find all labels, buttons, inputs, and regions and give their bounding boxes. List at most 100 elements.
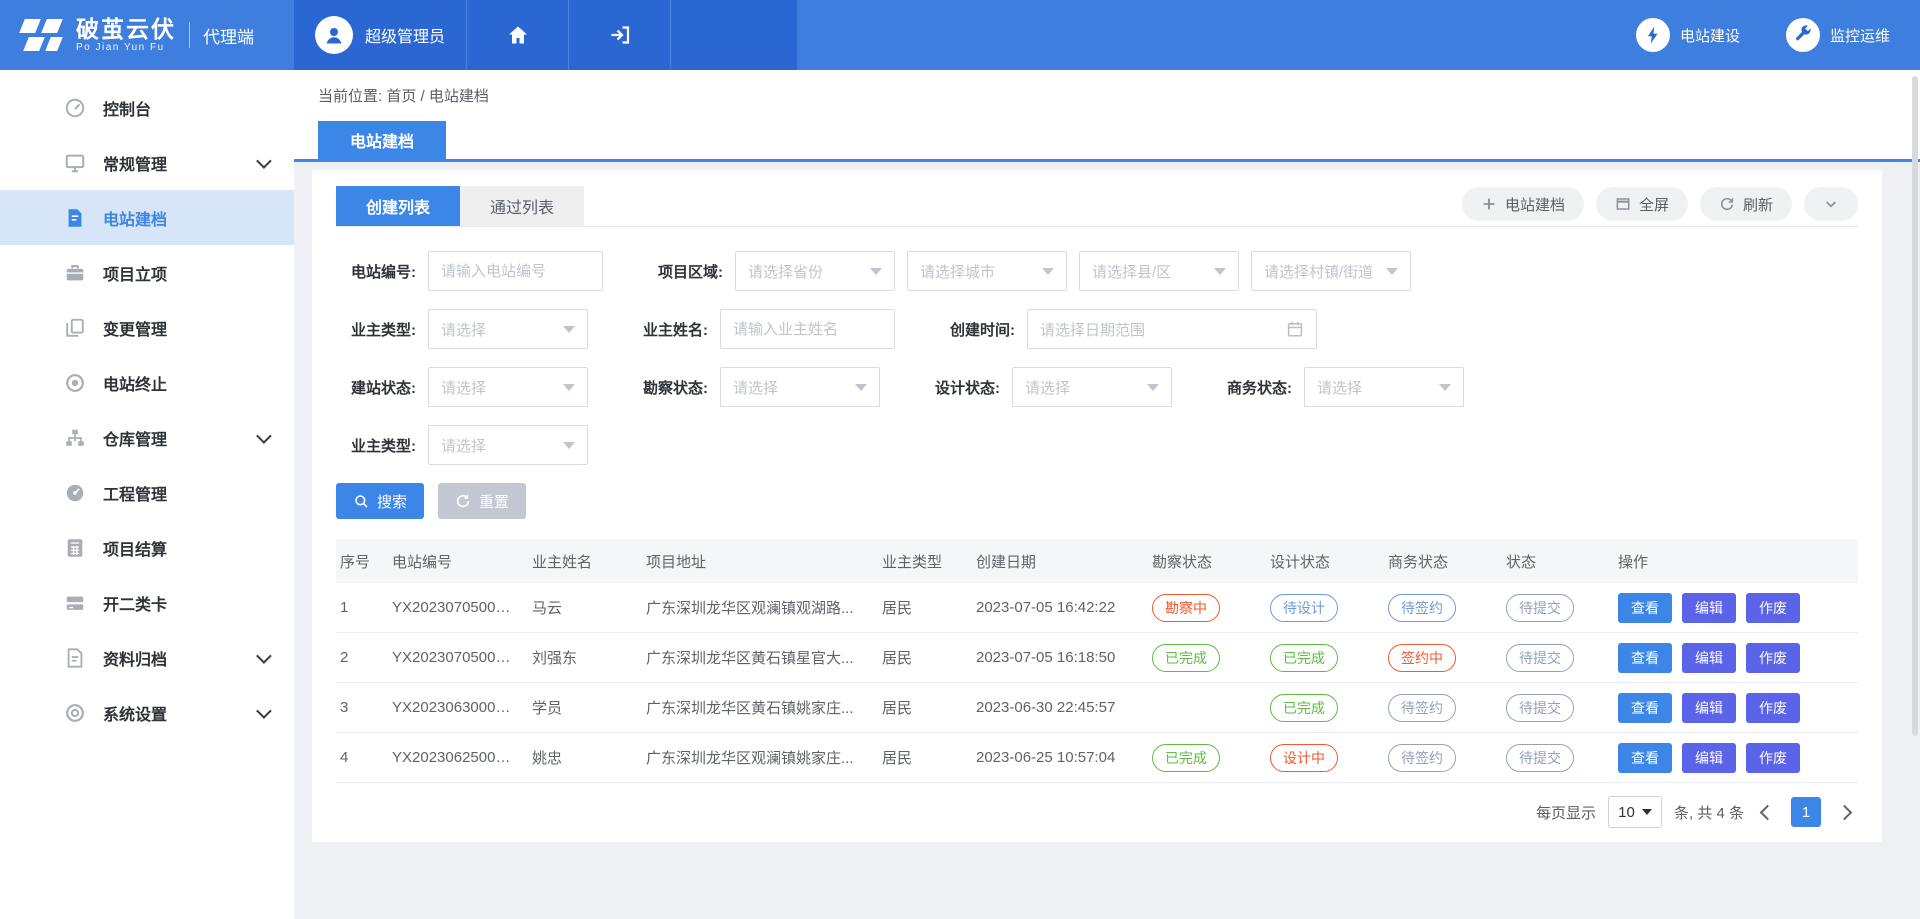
city-select[interactable]: 请选择城市 <box>907 251 1067 291</box>
void-button[interactable]: 作废 <box>1746 693 1800 723</box>
owner-type-2-select[interactable]: 请选择 <box>428 425 588 465</box>
cell-owner: 刘强东 <box>524 633 638 683</box>
refresh-icon <box>1719 196 1735 212</box>
toolbar-create-station-button[interactable]: 电站建档 <box>1462 187 1584 221</box>
column-header: 电站编号 <box>384 539 524 583</box>
toolbar-collapse-button[interactable] <box>1804 187 1858 221</box>
status-badge: 勘察中 <box>1152 594 1220 622</box>
topnav-monitor-ops[interactable]: 监控运维 <box>1786 18 1890 52</box>
village-select[interactable]: 请选择村镇/街道 <box>1251 251 1411 291</box>
owner-type-select[interactable]: 请选择 <box>428 309 588 349</box>
business-status-select[interactable]: 请选择 <box>1304 367 1464 407</box>
sidebar-item-label: 仓库管理 <box>103 426 167 450</box>
reset-icon <box>455 493 471 509</box>
select-caret-icon <box>1386 268 1398 275</box>
wrench-icon <box>1786 18 1820 52</box>
sidebar-item-second-type-card[interactable]: 开二类卡 <box>0 575 294 630</box>
sidebar-item-station-termination[interactable]: 电站终止 <box>0 355 294 410</box>
status-badge: 待提交 <box>1506 744 1574 772</box>
next-page-button[interactable] <box>1837 804 1853 820</box>
sidebar: 控制台常规管理电站建档项目立项变更管理电站终止仓库管理工程管理项目结算开二类卡资… <box>0 70 294 919</box>
page-tab[interactable]: 电站建档 <box>318 121 446 159</box>
status-badge: 待签约 <box>1388 594 1456 622</box>
toolbar-refresh-button[interactable]: 刷新 <box>1700 187 1792 221</box>
design-status-select[interactable]: 请选择 <box>1012 367 1172 407</box>
station-code-input[interactable] <box>428 251 603 291</box>
created-range-date-input[interactable]: 请选择日期范围 <box>1027 309 1317 349</box>
search-button[interactable]: 搜索 <box>336 483 424 519</box>
prev-page-button[interactable] <box>1760 804 1776 820</box>
design-status-label: 设计状态: <box>920 377 1000 398</box>
edit-button[interactable]: 编辑 <box>1682 593 1736 623</box>
column-header: 项目地址 <box>638 539 874 583</box>
column-header: 序号 <box>336 539 384 583</box>
chevron-down-icon <box>256 648 272 664</box>
reset-button[interactable]: 重置 <box>438 483 526 519</box>
county-placeholder: 请选择县/区 <box>1092 261 1171 282</box>
province-select[interactable]: 请选择省份 <box>735 251 895 291</box>
home-button[interactable] <box>467 0 569 70</box>
view-button[interactable]: 查看 <box>1618 693 1672 723</box>
void-button[interactable]: 作废 <box>1746 643 1800 673</box>
per-page-label: 每页显示 <box>1536 802 1596 823</box>
filter-row: 业主类型:请选择业主姓名:创建时间:请选择日期范围 <box>336 309 1858 349</box>
view-button[interactable]: 查看 <box>1618 643 1672 673</box>
owner-name-input[interactable] <box>720 309 895 349</box>
cell-design-status: 待设计 <box>1262 583 1380 633</box>
column-header: 业主类型 <box>874 539 968 583</box>
table-header: 序号电站编号业主姓名项目地址业主类型创建日期勘察状态设计状态商务状态状态操作 <box>336 539 1858 583</box>
cell-seq: 1 <box>336 583 384 633</box>
breadcrumb-home-link[interactable]: 首页 <box>386 88 416 105</box>
brand-name: 破茧云伏 <box>76 17 176 41</box>
breadcrumb-location-label: 当前位置: <box>318 88 382 105</box>
sidebar-item-label: 工程管理 <box>103 481 167 505</box>
sidebar-item-project-initiation[interactable]: 项目立项 <box>0 245 294 300</box>
sidebar-item-change-management[interactable]: 变更管理 <box>0 300 294 355</box>
edit-button[interactable]: 编辑 <box>1682 693 1736 723</box>
toolbar-fullscreen-button[interactable]: 全屏 <box>1596 187 1688 221</box>
tab-create-list[interactable]: 创建列表 <box>336 186 460 226</box>
sidebar-item-console[interactable]: 控制台 <box>0 80 294 135</box>
sidebar-item-engineering-management[interactable]: 工程管理 <box>0 465 294 520</box>
content-card: 创建列表通过列表 电站建档全屏刷新 电站编号:项目区域:请选择省份请选择城市请选… <box>312 170 1882 842</box>
sidebar-item-warehouse-management[interactable]: 仓库管理 <box>0 410 294 465</box>
chevron-down-icon <box>1823 196 1839 212</box>
survey-status-select[interactable]: 请选择 <box>720 367 880 407</box>
logout-icon <box>608 23 632 47</box>
sidebar-item-station-archive[interactable]: 电站建档 <box>0 190 294 245</box>
column-header: 业主姓名 <box>524 539 638 583</box>
sidebar-item-data-archive[interactable]: 资料归档 <box>0 630 294 685</box>
page-scrollbar[interactable] <box>1912 76 1918 736</box>
sidebar-item-label: 电站建档 <box>103 206 167 230</box>
edit-button[interactable]: 编辑 <box>1682 643 1736 673</box>
cell-status-status: 待提交 <box>1498 633 1610 683</box>
sidebar-item-system-settings[interactable]: 系统设置 <box>0 685 294 740</box>
toolbar-refresh-label: 刷新 <box>1743 194 1773 215</box>
build-status-select[interactable]: 请选择 <box>428 367 588 407</box>
void-button[interactable]: 作废 <box>1746 593 1800 623</box>
cell-design-status: 已完成 <box>1262 683 1380 733</box>
county-select[interactable]: 请选择县/区 <box>1079 251 1239 291</box>
view-button[interactable]: 查看 <box>1618 593 1672 623</box>
table-row: 4YX2023062500004姚忠广东深圳龙华区观澜镇姚家庄...居民2023… <box>336 733 1858 783</box>
station-table: 序号电站编号业主姓名项目地址业主类型创建日期勘察状态设计状态商务状态状态操作 1… <box>336 539 1858 783</box>
cell-owner: 马云 <box>524 583 638 633</box>
void-button[interactable]: 作废 <box>1746 743 1800 773</box>
build-status-label: 建站状态: <box>336 377 416 398</box>
tab-passed-list[interactable]: 通过列表 <box>460 186 584 226</box>
view-button[interactable]: 查看 <box>1618 743 1672 773</box>
edit-button[interactable]: 编辑 <box>1682 743 1736 773</box>
chevron-down-icon <box>256 428 272 444</box>
chevron-down-icon <box>256 703 272 719</box>
topnav-station-build[interactable]: 电站建设 <box>1636 18 1740 52</box>
sidebar-item-project-settlement[interactable]: 项目结算 <box>0 520 294 575</box>
page-number-button[interactable]: 1 <box>1791 797 1821 827</box>
toolbar-create-station-label: 电站建档 <box>1505 194 1565 215</box>
logout-button[interactable] <box>569 0 671 70</box>
cell-design-status: 设计中 <box>1262 733 1380 783</box>
sidebar-item-general-management[interactable]: 常规管理 <box>0 135 294 190</box>
user-menu[interactable]: 超级管理员 <box>294 0 467 70</box>
per-page-select[interactable]: 10 <box>1608 796 1662 828</box>
sidebar-item-label: 控制台 <box>103 96 151 120</box>
filter-group: 业主类型:请选择 <box>336 309 588 349</box>
